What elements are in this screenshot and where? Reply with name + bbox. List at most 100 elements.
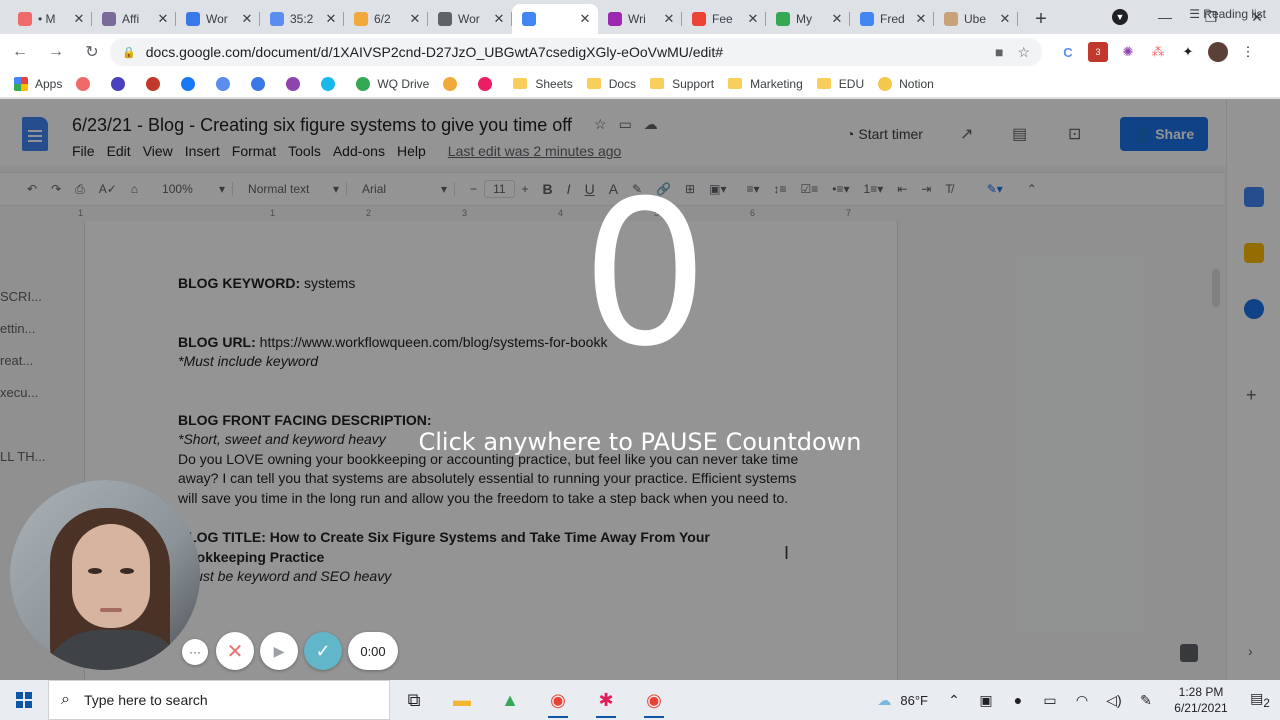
tab-close-icon[interactable]: ✕ [240,11,254,27]
bookmark-item[interactable]: Support [650,77,714,91]
tab-close-icon[interactable]: ✕ [578,11,592,27]
profile-menu-icon[interactable]: ▼ [1112,9,1128,25]
tab-label: Wor [206,12,228,26]
new-tab-icon[interactable]: + [1026,4,1056,34]
folder-icon [650,78,665,89]
bookmark-item[interactable] [181,76,202,91]
file-explorer-icon[interactable]: ▬ [438,680,486,720]
tab-close-icon[interactable]: ✕ [914,11,928,27]
tab-close-icon[interactable]: ✕ [408,11,422,27]
bookmark-item[interactable] [111,76,132,91]
system-tray: ☁ 86°F ⌃ ▣ ● ▭ ◠ ◁) ✎ 1:28 PM 6/21/2021 … [868,680,1280,720]
tab-close-icon[interactable]: ✕ [492,11,506,27]
reading-list[interactable]: ☰ Reading list [1189,7,1266,21]
bookmark-label: Apps [35,76,63,91]
bookmark-favicon-icon [76,76,91,91]
battery-icon[interactable]: ▭ [1034,692,1066,709]
browser-tab[interactable]: 35:2 ✕ [260,4,344,34]
finish-recording-button[interactable]: ✓ [304,632,342,670]
browser-tab[interactable]: Fred ✕ [850,4,934,34]
browser-tab[interactable]: Affi ✕ [92,4,176,34]
pause-countdown-message[interactable]: Click anywhere to PAUSE Countdown [380,428,900,456]
more-options-button[interactable]: ··· [182,639,208,665]
folder-icon [728,78,743,89]
google-drive-icon[interactable]: ▲ [486,680,534,720]
taskbar-search[interactable]: ⌕ Type here to search [48,680,390,720]
tab-close-icon[interactable]: ✕ [324,11,338,27]
bookmark-favicon-icon [111,76,126,91]
bookmark-item[interactable] [216,76,237,91]
tab-close-icon[interactable]: ✕ [998,11,1012,27]
bookmark-item[interactable] [76,76,97,91]
browser-menu-icon[interactable]: ⋮ [1238,42,1258,62]
weather-temp[interactable]: 86°F [900,693,928,708]
bookmark-favicon-icon [878,76,893,91]
tab-close-icon[interactable]: ✕ [156,11,170,27]
tab-label: Ube [964,12,987,26]
apps-grid-icon [14,76,28,91]
browser-tab[interactable]: Wor ✕ [176,4,260,34]
bookmark-item[interactable] [251,76,272,91]
cancel-recording-button[interactable]: ✕ [216,632,254,670]
bookmark-item[interactable] [146,76,167,91]
address-bar[interactable]: 🔒 docs.google.com/document/d/1XAIVSP2cnd… [110,38,1042,66]
browser-tab[interactable]: My ✕ [766,4,850,34]
forward-icon[interactable]: → [40,36,72,68]
bookmark-item[interactable]: Notion [878,76,934,91]
bookmark-favicon-icon [478,76,493,91]
camera-icon[interactable]: ■ [995,44,1003,60]
bookmark-item[interactable]: Docs [586,77,636,91]
profile-avatar[interactable] [1208,42,1228,62]
browser-tab[interactable]: Ube ✕ [934,4,1018,34]
tab-close-icon[interactable]: ✕ [72,11,86,27]
reading-list-label: Reading list [1203,7,1266,21]
browser-tab[interactable]: 6/2 ✕ [344,4,428,34]
browser-tab[interactable]: Wri ✕ [598,4,682,34]
extension-badge-icon[interactable]: 3 [1088,42,1108,62]
tab-close-icon[interactable]: ✕ [830,11,844,27]
browser-tab[interactable]: • M ✕ [8,4,92,34]
resume-button[interactable]: ▶ [260,632,298,670]
extensions-puzzle-icon[interactable]: ✦ [1178,42,1198,62]
pen-icon[interactable]: ✎ [1130,692,1162,709]
chrome-taskbar-icon-2[interactable]: ◉ [630,680,678,720]
notifications-icon[interactable]: ▤2 [1240,690,1280,710]
browser-tab[interactable]: Wor ✕ [428,4,512,34]
tab-favicon-icon [860,12,874,26]
bookmark-star-icon[interactable]: ☆ [1017,44,1030,61]
chrome-taskbar-icon[interactable]: ◉ [534,680,582,720]
bookmark-item[interactable] [321,76,342,91]
tab-favicon-icon [692,12,706,26]
tab-close-icon[interactable]: ✕ [662,11,676,27]
clock[interactable]: 1:28 PM 6/21/2021 [1162,684,1240,716]
back-icon[interactable]: ← [4,36,36,68]
volume-icon[interactable]: ◁) [1098,692,1130,709]
wifi-icon[interactable]: ◠ [1066,692,1098,709]
bookmark-item[interactable]: Sheets [513,77,573,91]
extension-star-icon[interactable]: ✺ [1118,42,1138,62]
weather-icon[interactable]: ☁ [868,692,900,709]
bookmark-item[interactable] [286,76,307,91]
reload-icon[interactable]: ↻ [76,36,108,68]
task-view-icon[interactable]: ⧉ [390,680,438,720]
browser-tab[interactable]: Fee ✕ [682,4,766,34]
show-hidden-icons-icon[interactable]: ⌃ [938,692,970,709]
meet-now-icon[interactable]: ▣ [970,692,1002,709]
minimize-icon[interactable]: — [1142,0,1188,34]
slack-taskbar-icon[interactable]: ✱ [582,680,630,720]
tab-close-icon[interactable]: ✕ [746,11,760,27]
extension-asana-icon[interactable]: ⁂ [1148,42,1168,62]
bookmark-item[interactable]: EDU [816,77,864,91]
webcam-bubble[interactable] [10,480,200,670]
browser-tab[interactable]: ✕ [512,4,598,34]
bookmark-item[interactable] [443,76,464,91]
start-button[interactable] [0,680,48,720]
bookmark-item[interactable]: Marketing [728,77,803,91]
microphone-icon[interactable]: ● [1002,692,1034,708]
extension-c-icon[interactable]: C [1058,42,1078,62]
bookmark-item[interactable] [478,76,499,91]
bookmark-favicon-icon [321,76,336,91]
folder-icon [816,78,831,89]
bookmark-item[interactable]: Apps [14,76,63,91]
bookmark-item[interactable]: WQ Drive [356,76,429,91]
